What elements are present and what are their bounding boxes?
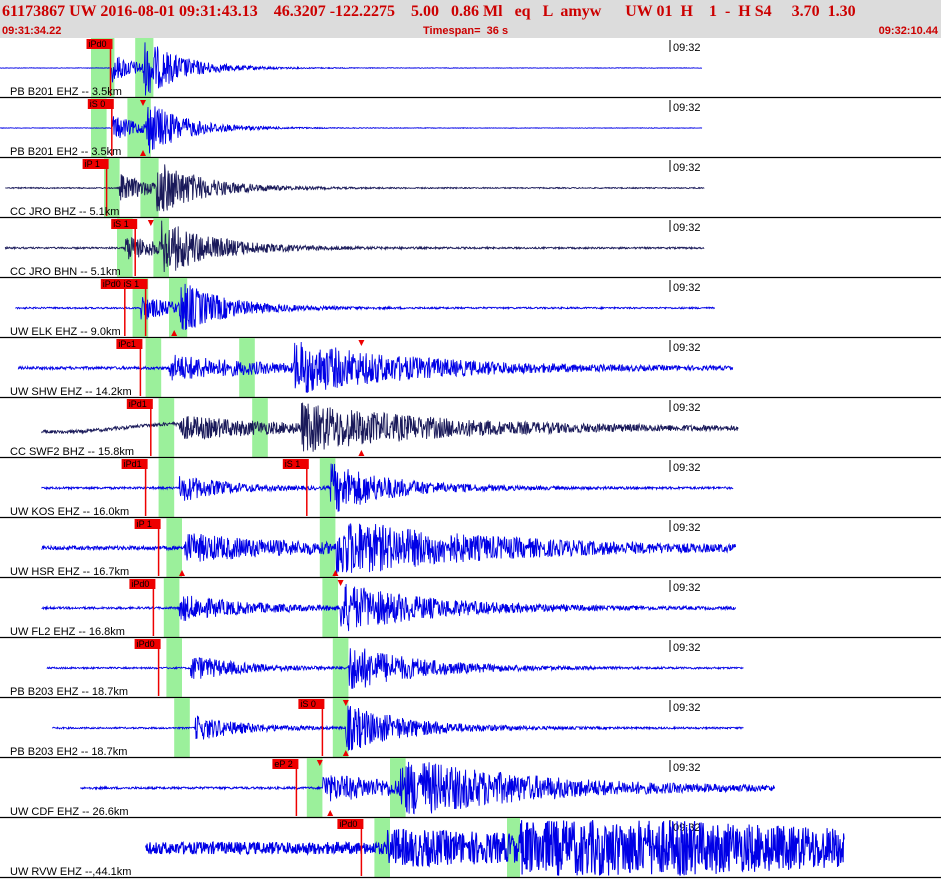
pick-label: iPc1 (118, 339, 136, 349)
pick-label: iPd0 (339, 819, 357, 829)
window-start-time: 09:31:34.22 (2, 25, 62, 37)
trace-row[interactable]: 09:32 iS 1 CC JRO BHN -- 5.1km (0, 218, 941, 279)
seismogram-panel[interactable]: 09:32 iPd0 PB B201 EHZ -- 3.5km 09:32 iS 0 PB… (0, 38, 941, 880)
minute-label: 09:32 (673, 42, 701, 54)
station-label: PB B203 EHZ -- 18.7km (10, 686, 128, 698)
pick-label: iPd0 (103, 279, 121, 289)
pick-label: iS 1 (285, 459, 301, 469)
waveform (46, 648, 744, 689)
pick-label: iPd0 (89, 39, 107, 49)
pick-label: iPd0 (131, 579, 149, 589)
station-label: PB B201 EHZ -- 3.5km (10, 86, 122, 98)
pick-label: iS 1 (113, 219, 129, 229)
station-label: CC JRO BHN -- 5.1km (10, 266, 121, 278)
trace-row[interactable]: 09:32 iPd0 PB B203 EHZ -- 18.7km (0, 638, 941, 699)
station-label: UW FL2 EHZ -- 16.8km (10, 626, 125, 638)
trace-row[interactable]: 09:32 eP 2 UW CDF EHZ -- 26.6km (0, 758, 941, 819)
station-label: UW ELK EHZ -- 9.0km (10, 326, 121, 338)
minute-label: 09:32 (673, 582, 701, 594)
minute-label: 09:32 (673, 222, 701, 234)
pick-label: iP 1 (137, 519, 152, 529)
minute-label: 09:32 (673, 642, 701, 654)
pick-label: iP 1 (85, 159, 100, 169)
trace-row[interactable]: 09:32 iPd0 PB B201 EHZ -- 3.5km (0, 38, 941, 99)
station-label: PB B201 EH2 -- 3.5km (10, 146, 121, 158)
event-header: 61173867 UW 2016-08-01 09:31:43.13 46.32… (0, 0, 941, 38)
pick-label: iS 0 (90, 99, 106, 109)
waveform (15, 283, 716, 330)
pick-label: iPd1 (124, 459, 142, 469)
trace-row[interactable]: 09:32 iPc1 UW SHW EHZ -- 14.2km (0, 338, 941, 399)
trace-row[interactable]: 09:32 iPd0 iS 1 UW ELK EHZ -- 9.0km (0, 278, 941, 339)
trace-row[interactable]: 09:32iPd0UW RVW EHZ --,44.1km (0, 818, 941, 879)
minute-label: 09:32 (673, 162, 701, 174)
pick-label: iPd0 (137, 639, 155, 649)
pick-label: iPd1 (129, 399, 147, 409)
waveform (4, 220, 705, 273)
station-label: CC JRO BHZ -- 5.1km (10, 206, 119, 218)
amplitude-marker (358, 340, 365, 346)
trace-row[interactable]: 09:32 iPd1 iS 1 UW KOS EHZ -- 16.0km (0, 458, 941, 519)
pick-label: eP 2 (274, 759, 292, 769)
station-label: UW CDF EHZ -- 26.6km (10, 806, 129, 818)
trace-row[interactable]: 09:32 iS 0 PB B203 EH2 -- 18.7km (0, 698, 941, 759)
amplitude-marker (147, 220, 154, 226)
minute-label: 09:32 (673, 282, 701, 294)
waveform (41, 402, 739, 452)
minute-label: 09:32 (673, 102, 701, 114)
station-label: CC SWF2 BHZ -- 15.8km (10, 446, 134, 458)
window-end-time: 09:32:10.44 (878, 25, 938, 37)
minute-label: 09:32 (673, 522, 701, 534)
amplitude-marker (327, 810, 334, 816)
trace-row[interactable]: 09:32 iP 1 CC JRO BHZ -- 5.1km (0, 158, 941, 219)
trace-row[interactable]: 09:32 iPd0 UW FL2 EHZ -- 16.8km (0, 578, 941, 639)
minute-label: 09:32 (673, 402, 701, 414)
pick-window (158, 398, 175, 458)
minute-label: 09:32 (673, 462, 701, 474)
trace-row[interactable]: 09:32 iP 1 UW HSR EHZ -- 16.7km (0, 518, 941, 579)
event-summary-title: 61173867 UW 2016-08-01 09:31:43.13 46.32… (2, 3, 856, 20)
timespan-label: Timespan= 36 s (423, 25, 509, 37)
trace-row[interactable]: 09:32 iPd1 CC SWF2 BHZ -- 15.8km (0, 398, 941, 459)
minute-label: 09:32 (673, 702, 701, 714)
station-label: UW SHW EHZ -- 14.2km (10, 386, 132, 398)
station-label: UW HSR EHZ -- 16.7km (10, 566, 129, 578)
pick-label: iS 0 (300, 699, 316, 709)
trace-row[interactable]: 09:32 iS 0 PB B201 EH2 -- 3.5km (0, 98, 941, 159)
waveform (51, 705, 744, 751)
station-label: UW RVW EHZ --,44.1km (10, 866, 131, 878)
station-label: PB B203 EH2 -- 18.7km (10, 746, 127, 758)
waveform (145, 820, 845, 876)
amplitude-marker (358, 450, 365, 456)
pick-label: iS 1 (124, 279, 140, 289)
waveform (41, 523, 737, 575)
amplitude-marker (337, 580, 344, 586)
station-label: UW KOS EHZ -- 16.0km (10, 506, 129, 518)
minute-label: 09:32 (673, 342, 701, 354)
pick-window (507, 818, 520, 878)
minute-label: 09:32 (673, 762, 701, 774)
waveform (41, 583, 737, 632)
